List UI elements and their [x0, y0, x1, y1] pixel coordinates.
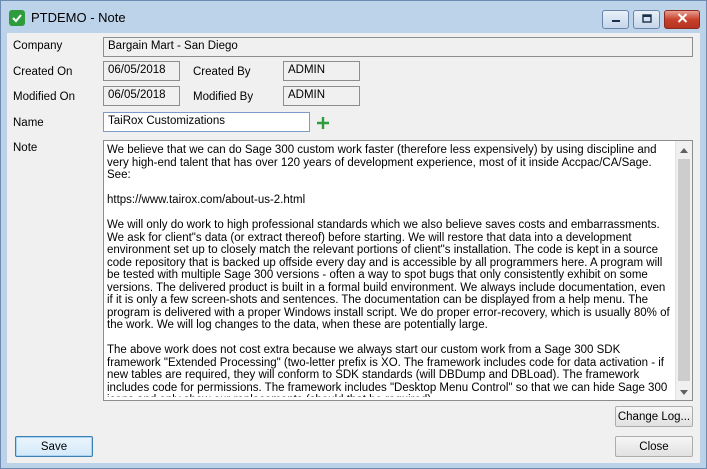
- add-name-button[interactable]: [315, 116, 331, 132]
- modified-by-field: ADMIN: [283, 86, 360, 106]
- created-by-label: Created By: [193, 66, 251, 78]
- created-on-label: Created On: [13, 66, 73, 78]
- note-scrollbar[interactable]: [675, 141, 692, 400]
- close-icon: [677, 13, 688, 26]
- maximize-icon: [641, 13, 652, 26]
- note-paragraph: The above work does not cost extra becau…: [107, 344, 668, 397]
- app-logo-icon: [9, 10, 25, 26]
- name-input[interactable]: TaiRox Customizations: [103, 112, 310, 132]
- dialog-body: Company Bargain Mart - San Diego Created…: [7, 33, 700, 463]
- company-label: Company: [13, 40, 63, 52]
- change-log-button[interactable]: Change Log...: [615, 406, 693, 427]
- close-window-button[interactable]: [664, 10, 700, 29]
- plus-icon: [316, 116, 330, 133]
- company-field: Bargain Mart - San Diego: [103, 37, 693, 57]
- minimize-icon: [611, 14, 621, 26]
- chevron-up-icon: [680, 144, 688, 156]
- note-paragraph: We will only do work to high professiona…: [107, 219, 673, 331]
- save-button[interactable]: Save: [15, 436, 93, 457]
- title-bar[interactable]: PTDEMO - Note: [1, 1, 706, 33]
- note-paragraph: https://www.tairox.com/about-us-2.html: [107, 194, 306, 206]
- minimize-button[interactable]: [602, 10, 629, 29]
- chevron-down-icon: [680, 386, 688, 398]
- scroll-up-button[interactable]: [676, 141, 692, 158]
- created-by-field: ADMIN: [283, 61, 360, 81]
- note-textarea[interactable]: We believe that we can do Sage 300 custo…: [103, 140, 693, 401]
- scroll-down-button[interactable]: [676, 383, 692, 400]
- window-title: PTDEMO - Note: [31, 10, 126, 25]
- modified-by-label: Modified By: [193, 91, 254, 103]
- modified-on-field: 06/05/2018: [103, 86, 180, 106]
- note-text[interactable]: We believe that we can do Sage 300 custo…: [107, 144, 673, 397]
- modified-on-label: Modified On: [13, 91, 76, 103]
- close-button[interactable]: Close: [615, 436, 693, 457]
- note-label: Note: [13, 142, 38, 154]
- note-window: PTDEMO - Note Company Bargain Mart - San…: [0, 0, 707, 469]
- maximize-button[interactable]: [633, 10, 660, 29]
- scroll-thumb[interactable]: [678, 159, 690, 381]
- note-paragraph: We believe that we can do Sage 300 custo…: [107, 144, 660, 181]
- name-label: Name: [13, 117, 44, 129]
- created-on-field: 06/05/2018: [103, 61, 180, 81]
